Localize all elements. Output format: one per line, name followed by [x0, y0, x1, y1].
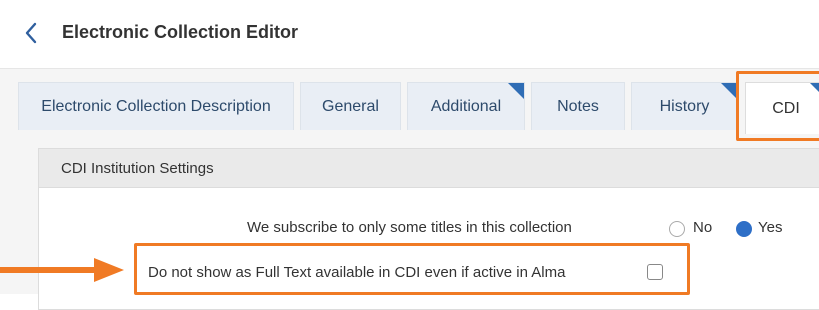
- fulltext-checkbox[interactable]: [647, 264, 663, 280]
- radio-yes[interactable]: [736, 221, 752, 237]
- tab-electronic-collection-description[interactable]: Electronic Collection Description: [18, 82, 294, 130]
- radio-yes-label[interactable]: Yes: [758, 219, 782, 236]
- tab-label: General: [322, 97, 379, 115]
- tab-label: Additional: [430, 97, 502, 115]
- tab-notes[interactable]: Notes: [531, 82, 625, 130]
- corner-marker-icon: [508, 83, 524, 99]
- tab-additional[interactable]: Additional: [407, 82, 525, 130]
- fulltext-label: Do not show as Full Text available in CD…: [148, 264, 566, 281]
- tab-history[interactable]: History: [631, 82, 738, 130]
- page: Electronic Collection Editor Electronic …: [0, 0, 819, 310]
- page-header: Electronic Collection Editor: [0, 0, 819, 69]
- panel-header: CDI Institution Settings: [39, 149, 819, 188]
- cdi-tab-highlight: [736, 71, 819, 141]
- page-title: Electronic Collection Editor: [62, 22, 299, 42]
- back-button[interactable]: [18, 18, 44, 48]
- radio-no[interactable]: [669, 221, 685, 237]
- panel-title: CDI Institution Settings: [61, 160, 214, 177]
- tab-label: Notes: [557, 97, 599, 115]
- tab-label: History: [659, 97, 710, 115]
- radio-no-label[interactable]: No: [693, 219, 712, 236]
- arrow-right-icon: [0, 258, 124, 282]
- tab-general[interactable]: General: [300, 82, 401, 130]
- subscribe-label: We subscribe to only some titles in this…: [247, 219, 572, 236]
- corner-marker-icon: [721, 83, 737, 99]
- chevron-left-icon: [25, 22, 37, 44]
- tab-label: Electronic Collection Description: [41, 97, 271, 115]
- tab-bar: Electronic Collection Description Genera…: [18, 82, 819, 134]
